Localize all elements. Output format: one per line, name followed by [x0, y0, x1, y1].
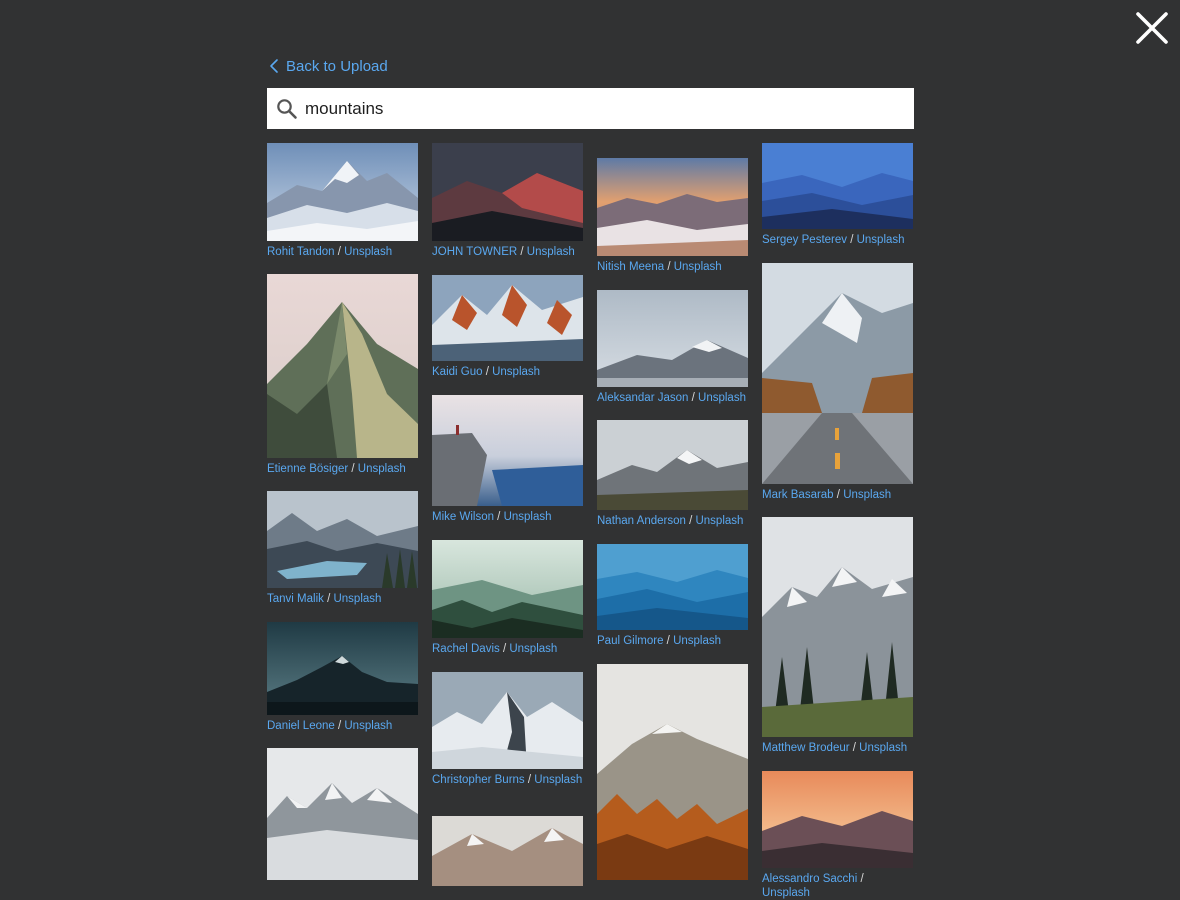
mountain-photo	[432, 275, 583, 361]
result-item[interactable]: /	[597, 664, 748, 880]
mountain-photo	[597, 420, 748, 510]
photo-credit: Nitish Meena / Unsplash	[597, 261, 722, 273]
unsplash-link[interactable]: Unsplash	[344, 246, 392, 258]
result-item[interactable]: Tanvi Malik / Unsplash	[267, 491, 418, 607]
close-icon	[1136, 12, 1168, 44]
photographer-link[interactable]: Kaidi Guo	[432, 366, 483, 378]
photo-credit: Mike Wilson / Unsplash	[432, 511, 552, 523]
search-bar	[267, 88, 914, 129]
autumn-forest-photo	[597, 664, 748, 880]
photo-credit: Kaidi Guo / Unsplash	[432, 366, 541, 378]
photographer-link[interactable]: Sergey Pesterev	[762, 234, 847, 246]
result-item[interactable]: JOHN TOWNER / Unsplash	[432, 143, 583, 260]
unsplash-link[interactable]: Unsplash	[333, 593, 381, 605]
result-item[interactable]: Sergey Pesterev / Unsplash	[762, 143, 913, 248]
result-item[interactable]: Nathan Anderson / Unsplash	[597, 420, 748, 529]
close-button[interactable]	[1134, 10, 1170, 46]
mountain-photo	[432, 816, 583, 886]
photographer-link[interactable]: Daniel Leone	[267, 720, 335, 732]
result-item[interactable]: Mike Wilson / Unsplash	[432, 395, 583, 525]
chevron-left-icon	[270, 59, 278, 73]
photographer-link[interactable]: Paul Gilmore	[597, 635, 663, 647]
result-item[interactable]: Kaidi Guo / Unsplash	[432, 275, 583, 380]
photo-credit: Rachel Davis / Unsplash	[432, 643, 558, 655]
back-to-upload-label: Back to Upload	[286, 57, 388, 75]
photographer-link[interactable]: Rachel Davis	[432, 643, 500, 655]
photo-credit: Daniel Leone / Unsplash	[267, 720, 393, 732]
photo-credit: Rohit Tandon / Unsplash	[267, 246, 393, 258]
photo-credit: Nathan Anderson / Unsplash	[597, 515, 744, 527]
hills-photo	[597, 544, 748, 630]
unsplash-link[interactable]: Unsplash	[674, 261, 722, 273]
mountain-photo	[267, 274, 418, 458]
result-item[interactable]: Alessandro Sacchi / Unsplash	[762, 771, 913, 900]
unsplash-link[interactable]: Unsplash	[673, 635, 721, 647]
unsplash-link[interactable]: Unsplash	[534, 774, 582, 786]
unsplash-link[interactable]: Unsplash	[859, 742, 907, 754]
photographer-link[interactable]: Christopher Burns	[432, 774, 525, 786]
result-item[interactable]: Rachel Davis / Unsplash	[432, 540, 583, 657]
photo-credit: Etienne Bösiger / Unsplash	[267, 463, 406, 475]
mountain-photo	[432, 143, 583, 241]
unsplash-link[interactable]: Unsplash	[527, 246, 575, 258]
result-item[interactable]: Mark Basarab / Unsplash	[762, 263, 913, 503]
result-item[interactable]: /	[432, 816, 583, 886]
unsplash-link[interactable]: Unsplash	[695, 515, 743, 527]
result-item[interactable]: Matthew Brodeur / Unsplash	[762, 517, 913, 756]
photographer-link[interactable]: Etienne Bösiger	[267, 463, 348, 475]
photographer-link[interactable]: Mark Basarab	[762, 489, 834, 501]
mountain-photo	[597, 158, 748, 256]
photographer-link[interactable]: Alessandro Sacchi	[762, 873, 857, 885]
mountain-photo	[597, 290, 748, 387]
unsplash-link[interactable]: Unsplash	[762, 887, 810, 899]
mountain-photo	[267, 622, 418, 715]
unsplash-link[interactable]: Unsplash	[492, 366, 540, 378]
photo-credit: Alessandro Sacchi / Unsplash	[762, 873, 864, 899]
unsplash-link[interactable]: Unsplash	[358, 463, 406, 475]
photo-credit: Tanvi Malik / Unsplash	[267, 593, 382, 605]
photo-credit: Paul Gilmore / Unsplash	[597, 635, 722, 647]
mountain-forest-photo	[762, 517, 913, 737]
unsplash-link[interactable]: Unsplash	[344, 720, 392, 732]
photographer-link[interactable]: Rohit Tandon	[267, 246, 335, 258]
photo-credit: Matthew Brodeur / Unsplash	[762, 742, 908, 754]
photo-credit: Mark Basarab / Unsplash	[762, 489, 892, 501]
unsplash-link[interactable]: Unsplash	[843, 489, 891, 501]
photo-credit: Sergey Pesterev / Unsplash	[762, 234, 905, 246]
search-input[interactable]	[305, 98, 885, 119]
road-photo	[762, 263, 913, 484]
photographer-link[interactable]: Nitish Meena	[597, 261, 664, 273]
photographer-link[interactable]: Mike Wilson	[432, 511, 494, 523]
photographer-link[interactable]: Aleksandar Jason	[597, 392, 688, 404]
photo-credit: Aleksandar Jason / Unsplash	[597, 392, 746, 404]
search-icon	[277, 98, 297, 119]
unsplash-link[interactable]: Unsplash	[698, 392, 746, 404]
photographer-link[interactable]: Matthew Brodeur	[762, 742, 850, 754]
result-item[interactable]: Paul Gilmore / Unsplash	[597, 544, 748, 649]
result-item[interactable]: /	[267, 748, 418, 880]
sunset-mountain-photo	[762, 771, 913, 868]
back-to-upload-link[interactable]: Back to Upload	[268, 57, 388, 75]
photographer-link[interactable]: Tanvi Malik	[267, 593, 324, 605]
photographer-link[interactable]: JOHN TOWNER	[432, 246, 517, 258]
mountain-photo	[267, 748, 418, 880]
mountain-photo	[267, 143, 418, 241]
hills-photo	[762, 143, 913, 229]
cliff-photo	[432, 395, 583, 506]
photo-credit: Christopher Burns / Unsplash	[432, 774, 583, 786]
photographer-link[interactable]: Nathan Anderson	[597, 515, 686, 527]
forest-photo	[432, 540, 583, 638]
lake-photo	[267, 491, 418, 588]
unsplash-link[interactable]: Unsplash	[509, 643, 557, 655]
photo-credit: JOHN TOWNER / Unsplash	[432, 246, 575, 258]
result-item[interactable]: Etienne Bösiger / Unsplash	[267, 274, 418, 477]
result-item[interactable]: Rohit Tandon / Unsplash	[267, 143, 418, 260]
mountain-photo	[432, 672, 583, 769]
unsplash-link[interactable]: Unsplash	[857, 234, 905, 246]
result-item[interactable]: Christopher Burns / Unsplash	[432, 672, 583, 788]
result-item[interactable]: Aleksandar Jason / Unsplash	[597, 290, 748, 406]
result-item[interactable]: Nitish Meena / Unsplash	[597, 158, 748, 275]
result-item[interactable]: Daniel Leone / Unsplash	[267, 622, 418, 734]
unsplash-link[interactable]: Unsplash	[504, 511, 552, 523]
